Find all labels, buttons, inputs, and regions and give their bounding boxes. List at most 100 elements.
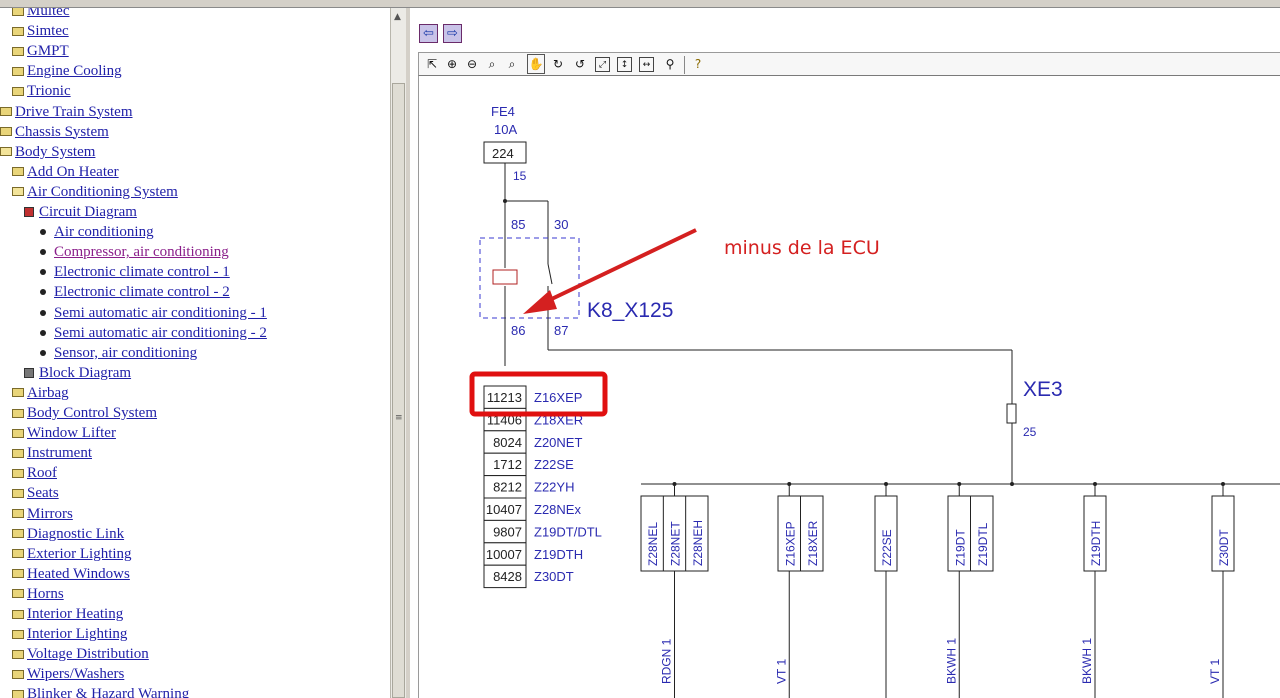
tree-item-link[interactable]: Body System <box>15 142 95 162</box>
tree-item[interactable]: Semi automatic air conditioning - 2 <box>38 323 267 343</box>
scroll-up-arrow-icon[interactable]: ▲ <box>394 12 401 22</box>
tree-item-link[interactable]: Diagnostic Link <box>27 524 124 544</box>
tree-item-link[interactable]: Sensor, air conditioning <box>54 343 197 363</box>
tree-item[interactable]: Add On Heater <box>12 162 119 182</box>
folder-icon <box>12 26 24 36</box>
tree-item-link[interactable]: Drive Train System <box>15 102 133 122</box>
zoom-icon[interactable]: ⌕ <box>483 54 501 74</box>
relay-pin-85: 85 <box>511 217 525 232</box>
tree-item[interactable]: Seats <box>12 483 59 503</box>
tree-item[interactable]: Electronic climate control - 1 <box>38 262 230 282</box>
tree-item-link[interactable]: Heated Windows <box>27 564 130 584</box>
zoom-in-icon[interactable]: ⊕ <box>443 54 461 74</box>
branch-label: Z19DT <box>953 529 967 566</box>
tree-item-link[interactable]: Body Control System <box>27 403 157 423</box>
tree-item[interactable]: Exterior Lighting <box>12 544 132 564</box>
diagram-toolbar: ⇱ ⊕ ⊖ ⌕ ⌕ ✋ ↻ ↺ ⤢ ↕ ↔ ⚲ ? <box>418 52 1280 76</box>
tree-item[interactable]: Simtec <box>12 21 69 41</box>
tree-item-link[interactable]: Circuit Diagram <box>39 202 137 222</box>
tree-item-link[interactable]: Engine Cooling <box>27 61 122 81</box>
tree-item[interactable]: GMPT <box>12 41 69 61</box>
scrollbar-thumb[interactable] <box>392 83 405 698</box>
tree-item[interactable]: Roof <box>12 463 57 483</box>
tree-item-link[interactable]: Multec <box>27 8 70 21</box>
tree-item-link[interactable]: Add On Heater <box>27 162 119 182</box>
measure-icon[interactable]: ⚲ <box>661 54 679 74</box>
tree-item[interactable]: Blinker & Hazard Warning <box>12 684 189 698</box>
tree-item-link[interactable]: Horns <box>27 584 64 604</box>
folder-icon <box>12 629 24 639</box>
tree-item-link[interactable]: Chassis System <box>15 122 109 142</box>
circuit-diagram[interactable]: FE4 10A 224 15 85 30 86 87 K8_X125 XE3 25 11213 Z16X… <box>418 76 1280 698</box>
engine-code: 8212 <box>493 480 522 495</box>
tree-item[interactable]: Diagnostic Link <box>12 524 124 544</box>
tree-item[interactable]: Instrument <box>12 443 92 463</box>
tree-item-link[interactable]: Trionic <box>27 81 71 101</box>
tree-item-link[interactable]: Airbag <box>27 383 69 403</box>
tree-item-link[interactable]: Roof <box>27 463 57 483</box>
tree-item[interactable]: Mirrors <box>12 504 73 524</box>
tree-item[interactable]: Block Diagram <box>24 363 131 383</box>
tree-item-link[interactable]: Interior Heating <box>27 604 123 624</box>
folder-icon <box>12 669 24 679</box>
tree-item[interactable]: Wipers/Washers <box>12 664 124 684</box>
tree-item-link[interactable]: Mirrors <box>27 504 73 524</box>
tree-item-link[interactable]: Compressor, air conditioning <box>54 242 229 262</box>
tree-item[interactable]: Body Control System <box>12 403 157 423</box>
tree-item[interactable]: Semi automatic air conditioning - 1 <box>38 303 267 323</box>
tree-item[interactable]: Airbag <box>12 383 69 403</box>
tree-item[interactable]: Engine Cooling <box>12 61 122 81</box>
tree-item[interactable]: Interior Heating <box>12 604 123 624</box>
fit-width-icon[interactable]: ↔ <box>639 57 654 72</box>
tree-item-link[interactable]: Semi automatic air conditioning - 1 <box>54 303 267 323</box>
tree-item[interactable]: Circuit Diagram <box>24 202 137 222</box>
rotate-left-icon[interactable]: ↺ <box>571 54 589 74</box>
tree-item-link[interactable]: Blinker & Hazard Warning <box>27 684 189 698</box>
tree-item-link[interactable]: Exterior Lighting <box>27 544 132 564</box>
tree-item[interactable]: Window Lifter <box>12 423 116 443</box>
fit-all-icon[interactable]: ⤢ <box>595 57 610 72</box>
folder-icon <box>12 428 24 438</box>
tree-item-link[interactable]: Electronic climate control - 1 <box>54 262 230 282</box>
tree-scrollbar[interactable]: ▲ ≡ <box>390 8 406 698</box>
back-button[interactable]: ⇦ <box>419 24 438 43</box>
junction-dot <box>1010 482 1014 486</box>
pan-hand-icon[interactable]: ✋ <box>527 54 545 74</box>
tree-item[interactable]: Heated Windows <box>12 564 130 584</box>
tree-item[interactable]: Electronic climate control - 2 <box>38 282 230 302</box>
tree-item-link[interactable]: Wipers/Washers <box>27 664 124 684</box>
tree-item[interactable]: Air Conditioning System <box>12 182 178 202</box>
folder-icon <box>12 46 24 56</box>
rotate-right-icon[interactable]: ↻ <box>549 54 567 74</box>
tree-item[interactable]: Interior Lighting <box>12 624 127 644</box>
tree-item[interactable]: Trionic <box>12 81 71 101</box>
tree-item[interactable]: Voltage Distribution <box>12 644 149 664</box>
tree-item[interactable]: Body System <box>0 142 95 162</box>
tree-item-link[interactable]: Instrument <box>27 443 92 463</box>
tree-item[interactable]: Chassis System <box>0 122 109 142</box>
forward-button[interactable]: ⇨ <box>443 24 462 43</box>
tree-item-link[interactable]: Electronic climate control - 2 <box>54 282 230 302</box>
tree-item-link[interactable]: GMPT <box>27 41 69 61</box>
tree-item[interactable]: Multec <box>12 8 70 21</box>
tree-item-link[interactable]: Voltage Distribution <box>27 644 149 664</box>
tree-item-link[interactable]: Seats <box>27 483 59 503</box>
tree-item-link[interactable]: Air conditioning <box>54 222 154 242</box>
tree-item-link[interactable]: Simtec <box>27 21 69 41</box>
tree-item-link[interactable]: Air Conditioning System <box>27 182 178 202</box>
tree-item-link[interactable]: Window Lifter <box>27 423 116 443</box>
tree-item-link[interactable]: Interior Lighting <box>27 624 127 644</box>
tree-item[interactable]: Air conditioning <box>38 222 154 242</box>
zoom-out-icon[interactable]: ⊖ <box>463 54 481 74</box>
select-arrow-icon[interactable]: ⇱ <box>423 54 441 74</box>
zoom-area-icon[interactable]: ⌕ <box>503 54 521 74</box>
help-icon[interactable]: ? <box>689 54 707 74</box>
engine-name: Z22YH <box>534 480 574 495</box>
tree-item[interactable]: Sensor, air conditioning <box>38 343 197 363</box>
tree-item[interactable]: Drive Train System <box>0 102 133 122</box>
tree-item-link[interactable]: Block Diagram <box>39 363 131 383</box>
fit-height-icon[interactable]: ↕ <box>617 57 632 72</box>
tree-item[interactable]: Horns <box>12 584 64 604</box>
tree-item[interactable]: Compressor, air conditioning <box>38 242 229 262</box>
tree-item-link[interactable]: Semi automatic air conditioning - 2 <box>54 323 267 343</box>
